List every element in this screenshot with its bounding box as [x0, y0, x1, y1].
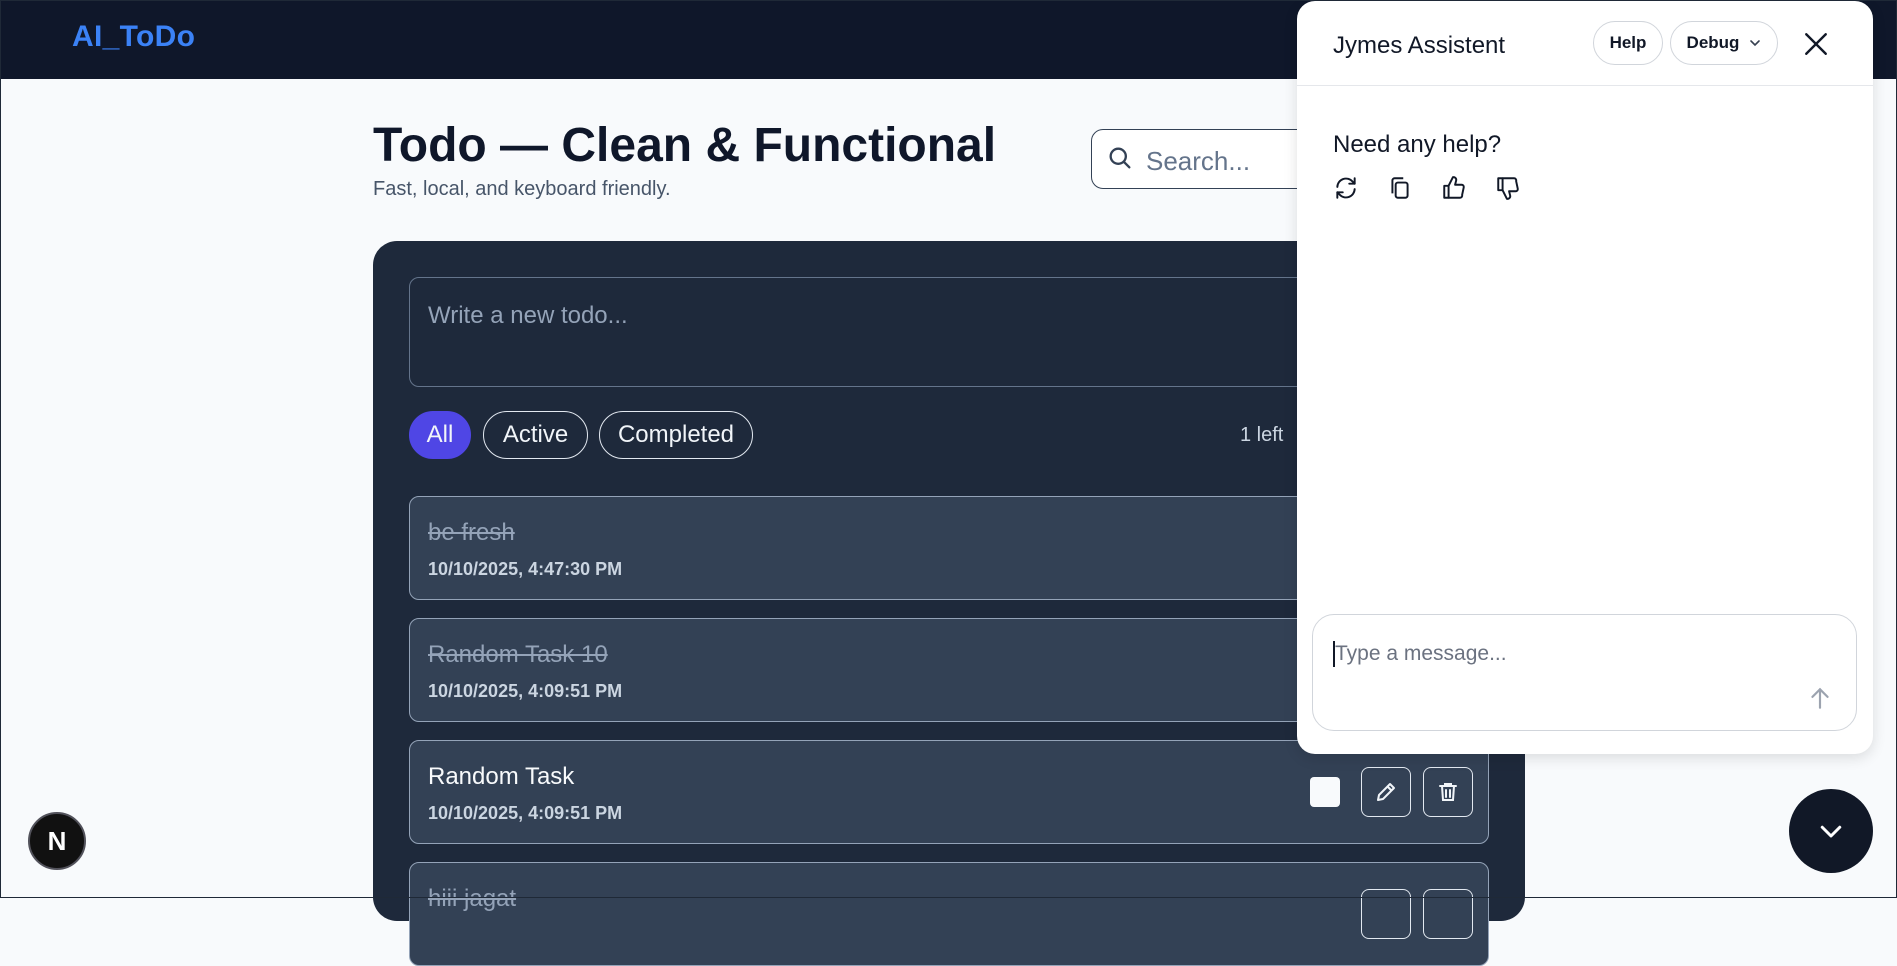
todo-title: Random Task [428, 763, 575, 790]
items-left-count: 1 left [1240, 424, 1284, 446]
todo-title: Random Task 10 [428, 641, 608, 668]
trash-icon [1439, 783, 1457, 801]
debug-label: Debug [1686, 33, 1740, 52]
todo-item[interactable]: Random Task 10/10/2025, 4:09:51 PM [409, 740, 1489, 844]
todo-item[interactable]: hiii jagat [409, 862, 1489, 966]
todo-title: hiii jagat [428, 885, 517, 912]
thumbs-down-icon[interactable] [1495, 175, 1521, 201]
message-placeholder: Type a message... [1335, 642, 1507, 665]
help-button[interactable]: Help [1593, 21, 1663, 65]
search-icon [1109, 147, 1131, 169]
todo-complete-checkbox[interactable] [1310, 777, 1340, 807]
chevron-down-icon [1750, 40, 1761, 47]
todo-title: be fresh [428, 519, 515, 546]
assistant-greeting: Need any help? [1333, 131, 1502, 158]
filter-active-button[interactable]: Active [483, 411, 588, 459]
search-placeholder: Search... [1146, 146, 1251, 176]
delete-todo-button[interactable] [1423, 889, 1473, 939]
assistant-panel: Jymes Assistent Help Debug Need any help… [1297, 1, 1873, 754]
new-todo-placeholder: Write a new todo... [428, 302, 628, 329]
todo-date: 10/10/2025, 4:47:30 PM [428, 559, 623, 579]
message-input[interactable]: Type a message... [1312, 614, 1857, 731]
refresh-icon[interactable] [1333, 175, 1359, 201]
toggle-assistant-button[interactable] [1789, 789, 1873, 873]
thumbs-up-icon[interactable] [1441, 175, 1467, 201]
debug-dropdown[interactable]: Debug [1670, 21, 1778, 65]
delete-todo-button[interactable] [1423, 767, 1473, 817]
page-subtitle: Fast, local, and keyboard friendly. [373, 178, 671, 200]
todo-date: 10/10/2025, 4:09:51 PM [428, 681, 623, 701]
edit-todo-button[interactable] [1361, 889, 1411, 939]
filter-all-button[interactable]: All [409, 411, 471, 459]
pencil-icon [1377, 783, 1395, 801]
close-icon[interactable] [1803, 31, 1829, 57]
assistant-title: Jymes Assistent [1333, 32, 1506, 59]
framework-badge[interactable]: N [28, 812, 86, 870]
edit-todo-button[interactable] [1361, 767, 1411, 817]
brand-logo[interactable]: AI_ToDo [72, 20, 195, 54]
page-title: Todo — Clean & Functional [373, 119, 997, 172]
assistant-header: Jymes Assistent Help Debug [1297, 1, 1873, 86]
todo-date: 10/10/2025, 4:09:51 PM [428, 803, 623, 823]
copy-icon[interactable] [1387, 175, 1413, 201]
send-arrow-icon[interactable] [1807, 685, 1833, 711]
filter-completed-button[interactable]: Completed [599, 411, 753, 459]
chevron-down-icon [1820, 825, 1842, 838]
